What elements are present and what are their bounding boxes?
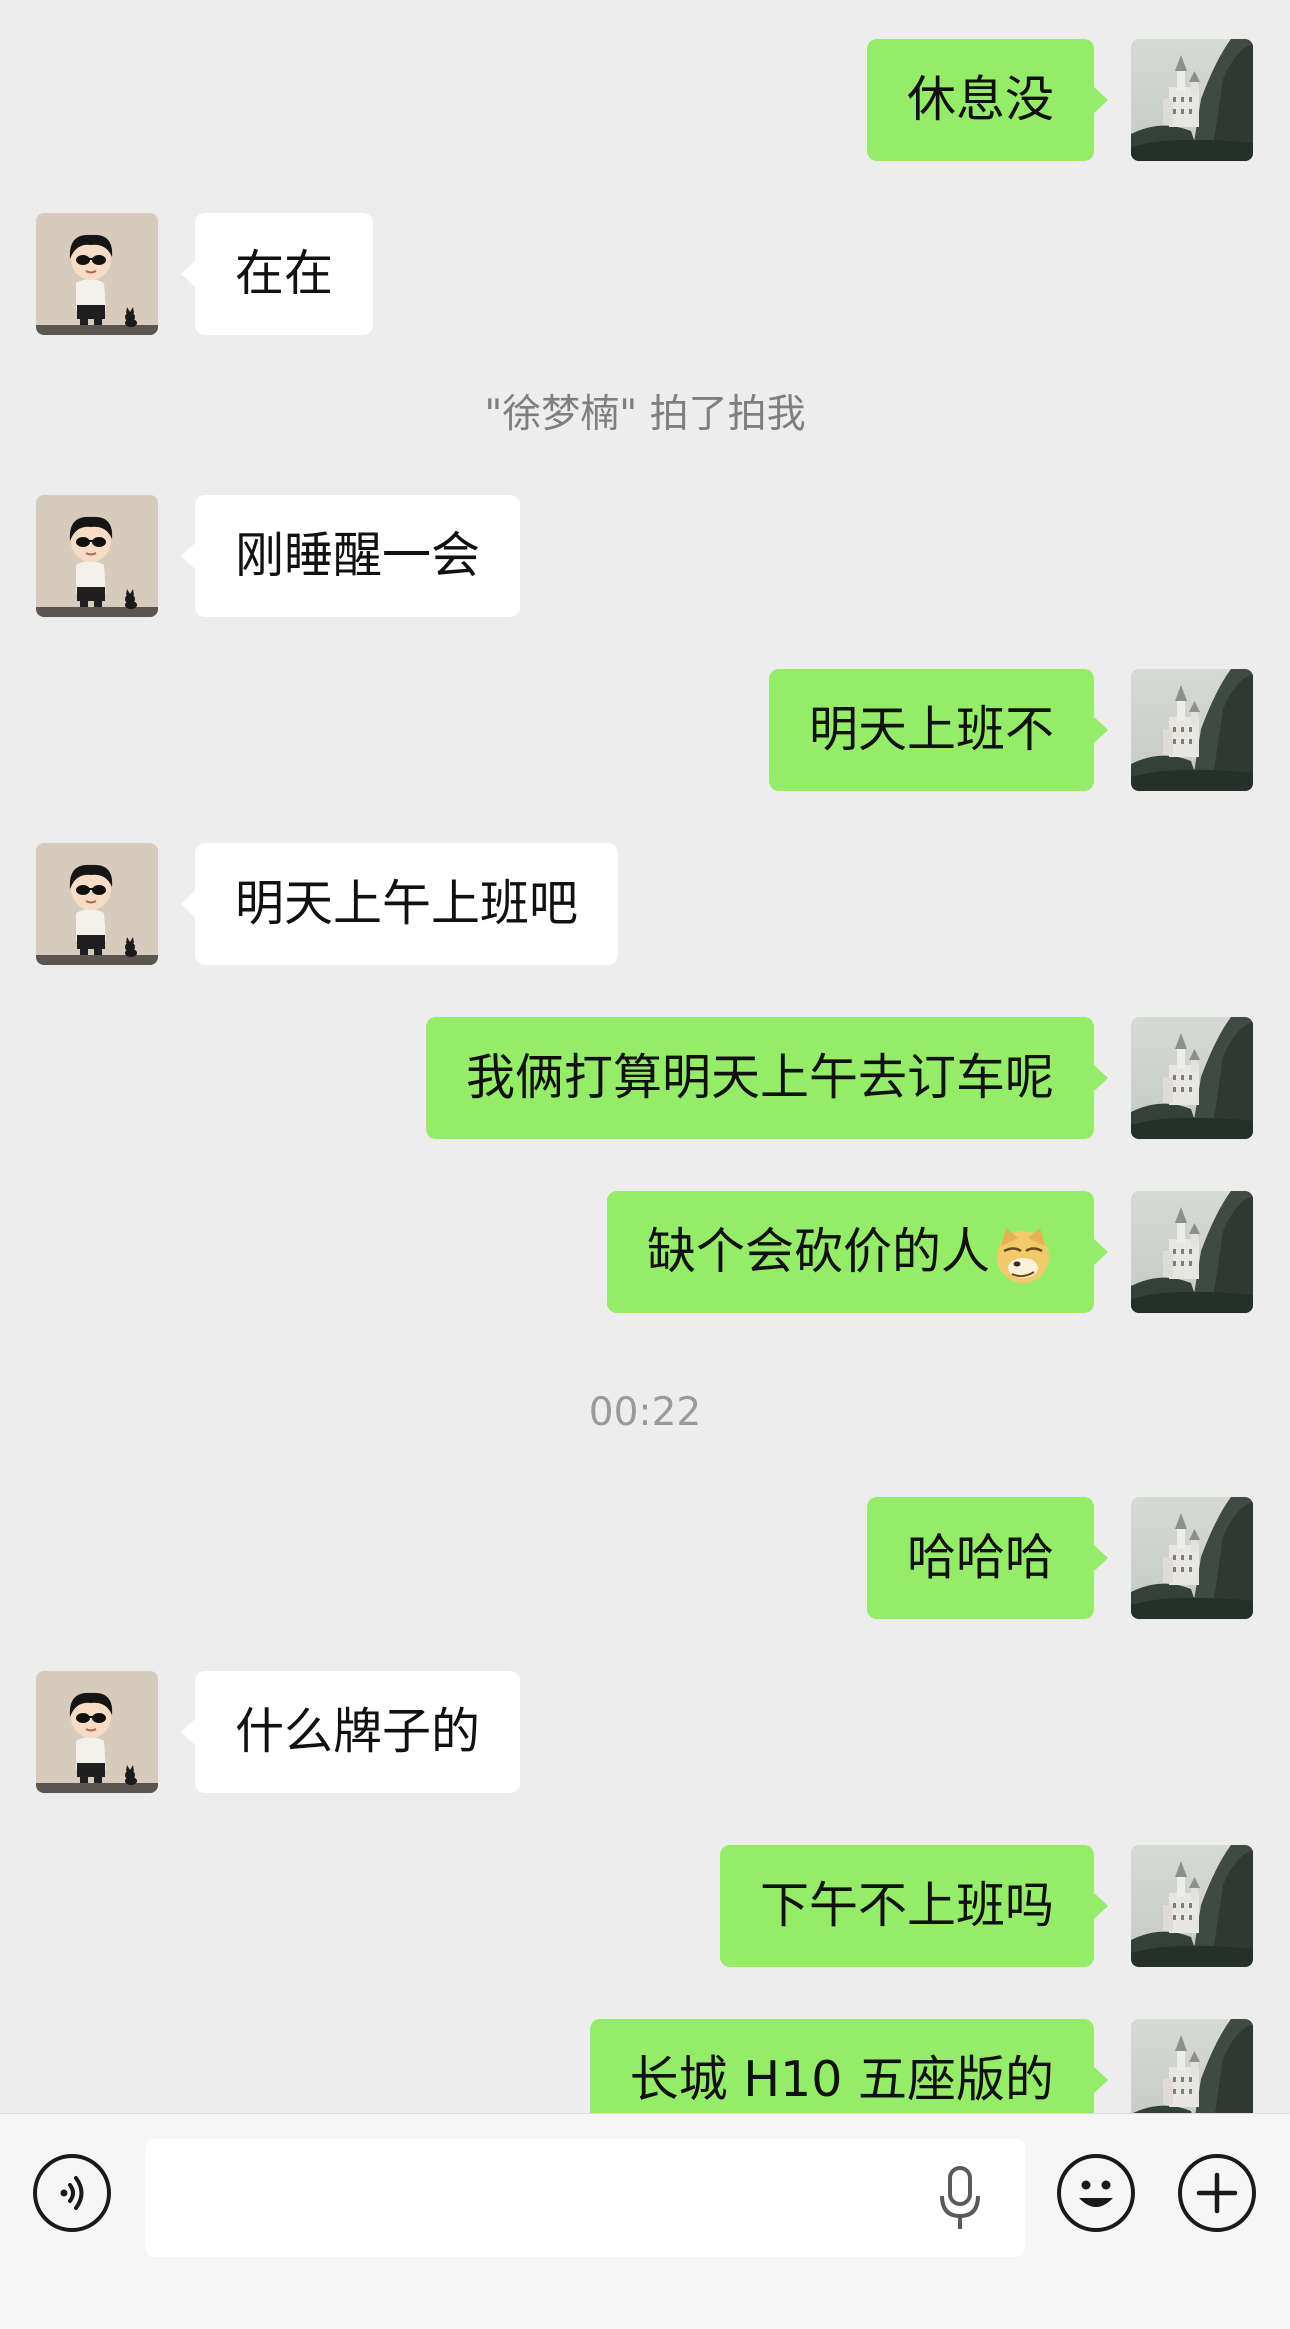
message-bubble[interactable]: 明天上班不 xyxy=(768,669,1109,791)
smiley-icon xyxy=(1079,2180,1113,2207)
castle-photo-avatar-image xyxy=(1131,1191,1253,1313)
my-avatar[interactable] xyxy=(1131,1191,1253,1313)
message-text: 明天上班不 xyxy=(808,701,1054,758)
message-text: 明天上午上班吧 xyxy=(235,875,579,932)
message-row: 我俩打算明天上午去订车呢 xyxy=(0,1017,1290,1139)
my-avatar[interactable] xyxy=(1131,1017,1253,1139)
more-button[interactable] xyxy=(1178,2154,1256,2232)
doge-emoji-icon xyxy=(997,1227,1049,1283)
message-row: 休息没 xyxy=(0,39,1290,161)
timestamp: 00:22 xyxy=(588,1390,702,1435)
message-text: 在在 xyxy=(235,245,334,302)
message-row: 缺个会砍价的人 xyxy=(0,1191,1290,1313)
message-row: 明天上午上班吧 xyxy=(0,843,1290,965)
my-avatar[interactable] xyxy=(1131,1497,1253,1619)
message-text: 刚睡醒一会 xyxy=(235,527,481,584)
message-bubble[interactable]: 长城 H10 五座版的 xyxy=(589,2019,1109,2113)
cartoon-boy-avatar-image xyxy=(36,213,158,335)
message-row: 下午不上班吗 xyxy=(0,1845,1290,1967)
message-text: 哈哈哈 xyxy=(906,1529,1054,1586)
message-row: 哈哈哈 xyxy=(0,1497,1290,1619)
message-bubble[interactable]: 刚睡醒一会 xyxy=(180,495,521,617)
castle-photo-avatar-image xyxy=(1131,1017,1253,1139)
message-text: 缺个会砍价的人 xyxy=(646,1223,990,1280)
contact-avatar[interactable] xyxy=(36,213,158,335)
message-row: 在在 xyxy=(0,213,1290,335)
message-bubble[interactable]: 什么牌子的 xyxy=(180,1671,521,1793)
voice-button[interactable] xyxy=(33,2154,111,2232)
contact-avatar[interactable] xyxy=(36,495,158,617)
message-row: 明天上班不 xyxy=(0,669,1290,791)
cartoon-boy-avatar-image xyxy=(36,843,158,965)
message-text: 下午不上班吗 xyxy=(759,1877,1054,1934)
message-bubble[interactable]: 下午不上班吗 xyxy=(719,1845,1109,1967)
contact-avatar[interactable] xyxy=(36,843,158,965)
contact-avatar[interactable] xyxy=(36,1671,158,1793)
message-row: 什么牌子的 xyxy=(0,1671,1290,1793)
cartoon-boy-avatar-image xyxy=(36,495,158,617)
input-bar xyxy=(0,2113,1290,2329)
castle-photo-avatar-image xyxy=(1131,1497,1253,1619)
message-text: 我俩打算明天上午去订车呢 xyxy=(465,1049,1054,1106)
message-text: 什么牌子的 xyxy=(235,1703,481,1760)
castle-photo-avatar-image xyxy=(1131,669,1253,791)
message-row: 长城 H10 五座版的 xyxy=(0,2019,1290,2113)
message-text: 休息没 xyxy=(906,71,1054,128)
message-bubble[interactable]: 我俩打算明天上午去订车呢 xyxy=(425,1017,1109,1139)
message-bubble[interactable]: 休息没 xyxy=(866,39,1109,161)
message-bubble[interactable]: 哈哈哈 xyxy=(866,1497,1109,1619)
castle-photo-avatar-image xyxy=(1131,2019,1253,2113)
castle-photo-avatar-image xyxy=(1131,1845,1253,1967)
system-notice: "徐梦楠" 拍了拍我 xyxy=(484,392,806,437)
message-bubble[interactable]: 明天上午上班吧 xyxy=(180,843,619,965)
microphone-icon[interactable] xyxy=(938,2166,982,2232)
cartoon-boy-avatar-image xyxy=(36,1671,158,1793)
voice-icon xyxy=(60,2176,84,2210)
message-text: 长城 H10 五座版的 xyxy=(629,2051,1054,2108)
my-avatar[interactable] xyxy=(1131,1845,1253,1967)
plus-icon xyxy=(1196,2172,1238,2214)
emoji-button[interactable] xyxy=(1057,2154,1135,2232)
my-avatar[interactable] xyxy=(1131,2019,1253,2113)
castle-photo-avatar-image xyxy=(1131,39,1253,161)
chat-area[interactable]: 休息没 在在 "徐梦楠" 拍了拍我 刚睡醒一会 明天上班不 明天上午上班吧 我俩… xyxy=(0,0,1290,2113)
my-avatar[interactable] xyxy=(1131,669,1253,791)
message-input[interactable] xyxy=(145,2139,1025,2257)
my-avatar[interactable] xyxy=(1131,39,1253,161)
message-row: 刚睡醒一会 xyxy=(0,495,1290,617)
message-bubble[interactable]: 缺个会砍价的人 xyxy=(606,1191,1109,1313)
message-bubble[interactable]: 在在 xyxy=(180,213,374,335)
